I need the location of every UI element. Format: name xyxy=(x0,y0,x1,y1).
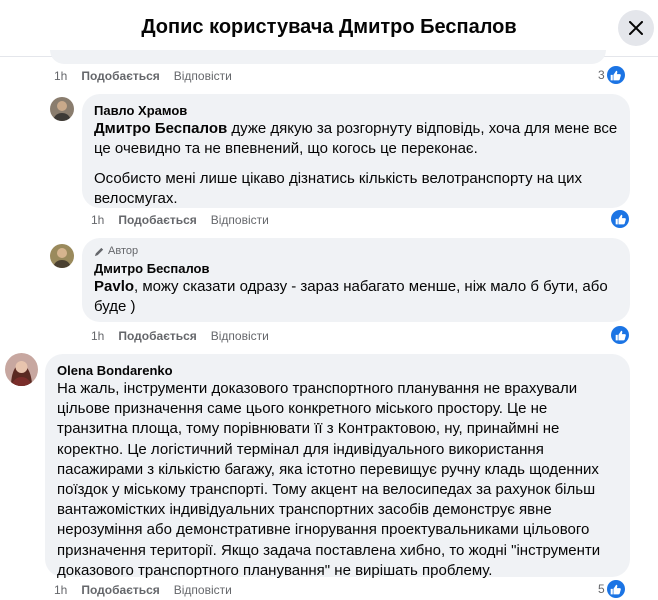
dialog-title: Допис користувача Дмитро Беспалов xyxy=(141,16,517,38)
reaction-count: 3 xyxy=(598,68,605,82)
comment-author[interactable]: Дмитро Беспалов xyxy=(94,260,618,277)
like-link[interactable]: Подобається xyxy=(118,329,196,343)
close-icon xyxy=(629,21,643,35)
close-button[interactable] xyxy=(618,10,654,46)
comment-time[interactable]: 1h xyxy=(91,329,104,343)
author-badge: Автор xyxy=(94,244,618,258)
author-badge-label: Автор xyxy=(108,245,139,257)
reaction-count: 5 xyxy=(598,582,605,596)
dialog-header: Допис користувача Дмитро Беспалов xyxy=(0,0,658,57)
like-icon xyxy=(606,66,625,84)
mention-link[interactable]: Pavlo xyxy=(94,278,134,295)
like-icon xyxy=(611,326,629,344)
comment-meta: 1h Подобається Відповісти xyxy=(54,69,232,83)
reaction-summary[interactable] xyxy=(611,210,629,228)
like-link[interactable]: Подобається xyxy=(81,583,159,597)
reply-link[interactable]: Відповісти xyxy=(211,213,269,227)
comment-time[interactable]: 1h xyxy=(91,213,104,227)
like-icon xyxy=(606,580,625,598)
reaction-summary[interactable]: 5 xyxy=(598,580,625,598)
comment-text-paragraph-2: Особисто мені лише цікаво дізнатись кіль… xyxy=(94,170,583,207)
reply-link[interactable]: Відповісти xyxy=(211,329,269,343)
avatar-olena[interactable] xyxy=(5,353,38,386)
like-link[interactable]: Подобається xyxy=(118,213,196,227)
comment-text: Pavlo, можу сказати одразу - зараз набаг… xyxy=(94,277,618,317)
comment-bubble: Olena Bondarenko На жаль, інструменти до… xyxy=(45,354,630,579)
reply-link[interactable]: Відповісти xyxy=(174,69,232,83)
pencil-icon xyxy=(94,247,104,256)
comment-body: , можу сказати одразу - зараз набагато м… xyxy=(94,278,608,315)
reply-link[interactable]: Відповісти xyxy=(174,583,232,597)
comment-bubble: Автор Дмитро Беспалов Pavlo, можу сказат… xyxy=(82,238,630,322)
comment-author[interactable]: Olena Bondarenko xyxy=(57,362,618,379)
comment-author[interactable]: Павло Храмов xyxy=(94,102,618,119)
comment-time[interactable]: 1h xyxy=(54,69,67,83)
comment-meta: 1h Подобається Відповісти xyxy=(91,329,269,343)
avatar-pavlo[interactable] xyxy=(50,97,74,121)
reaction-summary[interactable] xyxy=(611,326,629,344)
avatar-dmytro[interactable] xyxy=(50,244,74,268)
comment-text: На жаль, інструменти доказового транспор… xyxy=(57,380,601,579)
comment-text: Дмитро Беспалов дуже дякую за розгорнуту… xyxy=(94,119,618,159)
like-icon xyxy=(611,210,629,228)
comment-time[interactable]: 1h xyxy=(54,583,67,597)
like-link[interactable]: Подобається xyxy=(81,69,159,83)
comment-bubble: Павло Храмов Дмитро Беспалов дуже дякую … xyxy=(82,94,630,208)
comment-meta: 1h Подобається Відповісти xyxy=(54,583,232,597)
previous-comment-bubble-edge xyxy=(50,50,606,64)
comment-meta: 1h Подобається Відповісти xyxy=(91,213,269,227)
mention-link[interactable]: Дмитро Беспалов xyxy=(94,120,227,137)
reaction-summary[interactable]: 3 xyxy=(598,66,625,84)
